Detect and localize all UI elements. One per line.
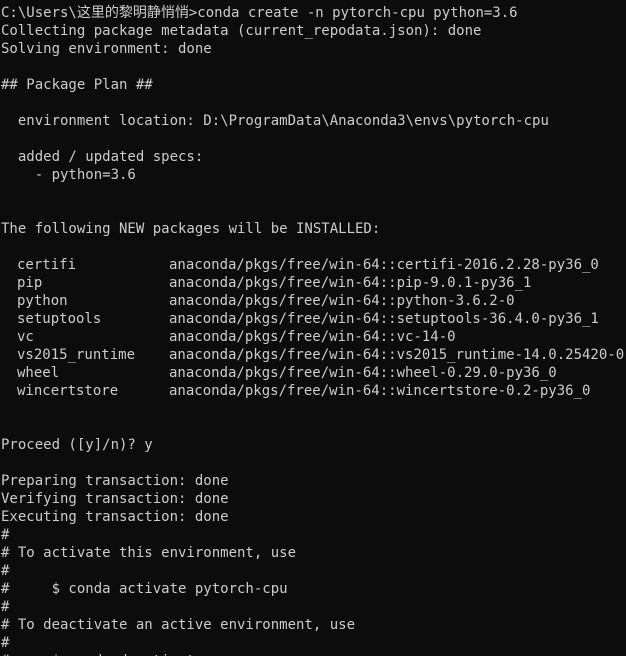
package-name: wheel	[17, 365, 60, 381]
executing-transaction: Executing transaction: done	[1, 509, 229, 525]
comment-separator: #	[1, 635, 10, 651]
activate-instruction: # To activate this environment, use	[1, 545, 297, 561]
spec-python: - python=3.6	[1, 167, 136, 183]
package-spec: anaconda/pkgs/free/win-64::setuptools-36…	[169, 311, 599, 327]
package-row: vc anaconda/pkgs/free/win-64::vc-14-0	[0, 328, 626, 346]
terminal-window[interactable]: C:\Users\这里的黎明静悄悄>conda create -n pytorc…	[0, 0, 626, 656]
package-spec: anaconda/pkgs/free/win-64::wincertstore-…	[169, 383, 591, 399]
package-spec: anaconda/pkgs/free/win-64::vc-14-0	[169, 329, 456, 345]
package-name: pip	[17, 275, 43, 291]
comment-separator: #	[1, 527, 10, 543]
package-spec: anaconda/pkgs/free/win-64::pip-9.0.1-py3…	[169, 275, 532, 291]
package-name: python	[17, 293, 68, 309]
proceed-prompt: Proceed ([y]/n)? y	[1, 437, 153, 453]
package-name: wincertstore	[17, 383, 119, 399]
package-row: wheel anaconda/pkgs/free/win-64::wheel-0.…	[0, 364, 626, 382]
package-row: pip anaconda/pkgs/free/win-64::pip-9.0.1-…	[0, 274, 626, 292]
package-spec: anaconda/pkgs/free/win-64::certifi-2016.…	[169, 257, 599, 273]
environment-location: environment location: D:\ProgramData\Ana…	[1, 113, 549, 129]
package-name: certifi	[17, 257, 77, 273]
comment-separator: #	[1, 563, 10, 579]
added-updated-specs-label: added / updated specs:	[1, 149, 204, 165]
package-row: setuptools anaconda/pkgs/free/win-64::set…	[0, 310, 626, 328]
package-spec: anaconda/pkgs/free/win-64::vs2015_runtim…	[169, 347, 625, 363]
package-row: certifi anaconda/pkgs/free/win-64::certif…	[0, 256, 626, 274]
package-name: vs2015_runtime	[17, 347, 136, 363]
preparing-transaction: Preparing transaction: done	[1, 473, 229, 489]
package-row: vs2015_runtime anaconda/pkgs/free/win-64:…	[0, 346, 626, 364]
output-solving-environment: Solving environment: done	[1, 41, 212, 57]
package-name: setuptools	[17, 311, 102, 327]
package-row: python anaconda/pkgs/free/win-64::python-…	[0, 292, 626, 310]
new-packages-header: The following NEW packages will be INSTA…	[1, 221, 381, 237]
deactivate-command: # $ conda deactivate	[0, 652, 626, 656]
package-plan-header: ## Package Plan ##	[1, 77, 153, 93]
command-line-input: C:\Users\这里的黎明静悄悄>conda create -n pytorc…	[0, 4, 626, 22]
package-spec: anaconda/pkgs/free/win-64::wheel-0.29.0-…	[169, 365, 557, 381]
package-spec: anaconda/pkgs/free/win-64::python-3.6.2-…	[169, 293, 515, 309]
comment-separator: #	[1, 599, 10, 615]
package-list: certifi anaconda/pkgs/free/win-64::certif…	[0, 256, 626, 400]
shell-prompt: C:\Users\这里的黎明静悄悄>	[1, 5, 198, 21]
verifying-transaction: Verifying transaction: done	[1, 491, 229, 507]
activate-command: # $ conda activate pytorch-cpu	[1, 581, 288, 597]
package-row: wincertstore anaconda/pkgs/free/win-64::w…	[0, 382, 626, 400]
deactivate-instruction: # To deactivate an active environment, u…	[1, 617, 356, 633]
package-name: vc	[17, 329, 34, 345]
output-collecting-metadata: Collecting package metadata (current_rep…	[1, 23, 482, 39]
entered-command: conda create -n pytorch-cpu python=3.6	[197, 5, 518, 21]
